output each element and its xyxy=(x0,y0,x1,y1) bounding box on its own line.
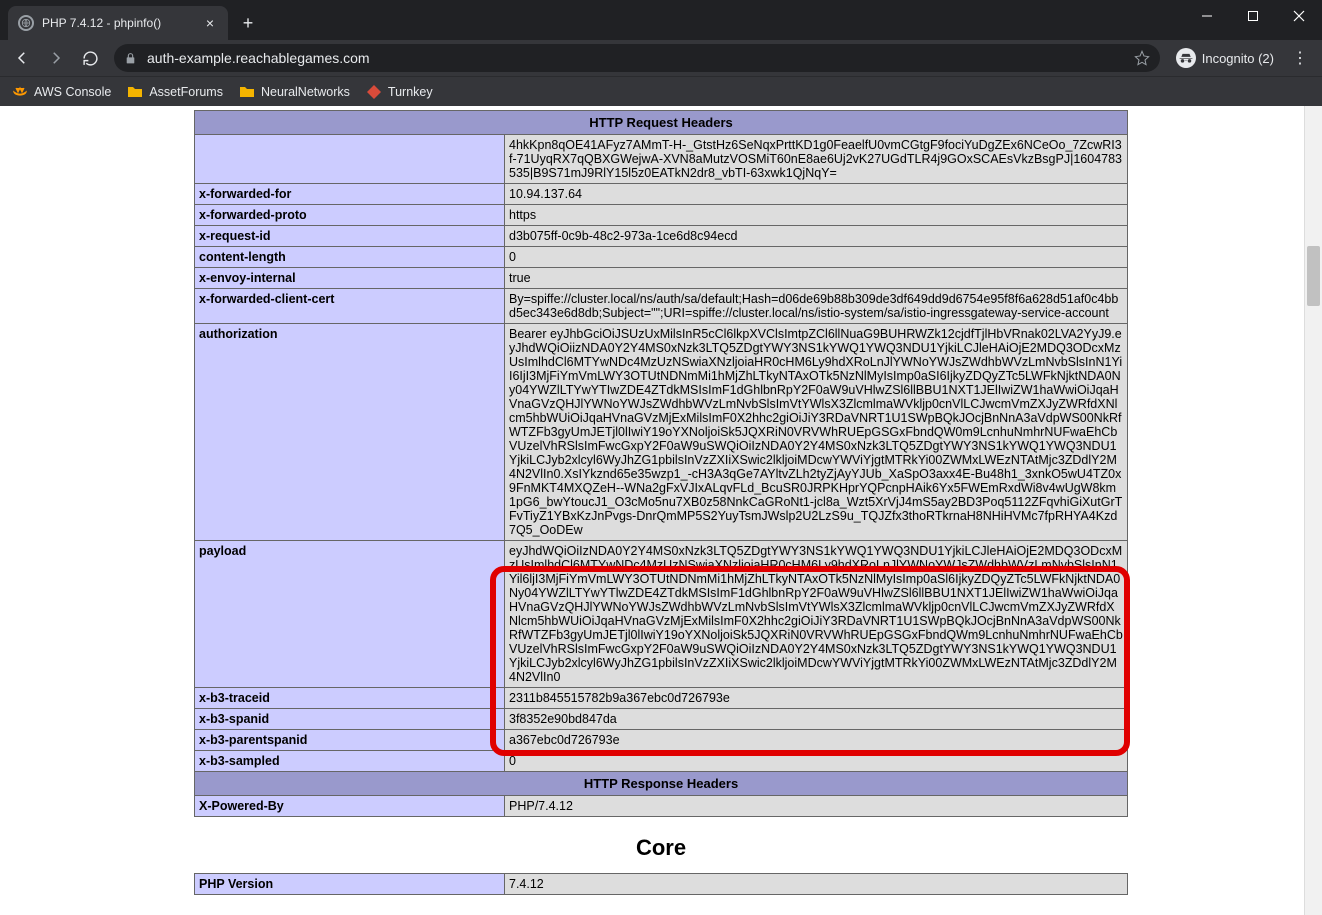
cell-key: content-length xyxy=(195,247,505,268)
core-table: PHP Version 7.4.12 xyxy=(194,873,1128,895)
window-titlebar: PHP 7.4.12 - phpinfo() × + xyxy=(0,0,1322,40)
cell-value: 3f8352e90bd847da xyxy=(505,709,1128,730)
cell-value: d3b075ff-0c9b-48c2-973a-1ce6d8c94ecd xyxy=(505,226,1128,247)
cell-key: x-b3-spanid xyxy=(195,709,505,730)
aws-icon xyxy=(12,84,28,100)
folder-icon xyxy=(127,84,143,100)
bookmark-aws-console[interactable]: AWS Console xyxy=(8,81,115,103)
table-row: payload eyJhdWQiOiIzNDA0Y2Y4MS0xNzk3LTQ5… xyxy=(195,541,1128,688)
lock-icon xyxy=(124,52,137,65)
cell-value: 0 xyxy=(505,247,1128,268)
section-header: HTTP Request Headers xyxy=(195,111,1128,135)
cell-key: x-forwarded-proto xyxy=(195,205,505,226)
http-request-headers-table: HTTP Request Headers 4hkKpn8qOE41AFyz7AM… xyxy=(194,110,1128,817)
phpinfo-content: HTTP Request Headers 4hkKpn8qOE41AFyz7AM… xyxy=(194,106,1128,895)
bookmark-label: AssetForums xyxy=(149,85,223,99)
bookmark-label: NeuralNetworks xyxy=(261,85,350,99)
cell-key: x-request-id xyxy=(195,226,505,247)
bookmarks-bar: AWS Console AssetForums NeuralNetworks T… xyxy=(0,76,1322,106)
cell-value: https xyxy=(505,205,1128,226)
page-viewport: HTTP Request Headers 4hkKpn8qOE41AFyz7AM… xyxy=(0,106,1322,915)
incognito-icon xyxy=(1176,48,1196,68)
content-scrollbar[interactable] xyxy=(1304,106,1322,915)
cell-key: x-forwarded-client-cert xyxy=(195,289,505,324)
browser-tab[interactable]: PHP 7.4.12 - phpinfo() × xyxy=(8,6,228,40)
bookmark-assetforums[interactable]: AssetForums xyxy=(123,81,227,103)
bookmark-label: AWS Console xyxy=(34,85,111,99)
address-bar[interactable]: auth-example.reachablegames.com xyxy=(114,44,1160,72)
cell-value: 0 xyxy=(505,751,1128,772)
section-header: HTTP Response Headers xyxy=(195,772,1128,796)
close-icon[interactable]: × xyxy=(202,16,218,30)
table-row: PHP Version 7.4.12 xyxy=(195,874,1128,895)
scrollbar-thumb[interactable] xyxy=(1307,246,1320,306)
cell-key: x-envoy-internal xyxy=(195,268,505,289)
new-tab-button[interactable]: + xyxy=(234,9,262,37)
folder-icon xyxy=(239,84,255,100)
cell-value: a367ebc0d726793e xyxy=(505,730,1128,751)
cell-value: 2311b845515782b9a367ebc0d726793e xyxy=(505,688,1128,709)
cell-value: 4hkKpn8qOE41AFyz7AMmT-H-_GtstHz6SeNqxPrt… xyxy=(505,135,1128,184)
table-row: x-b3-sampled 0 xyxy=(195,751,1128,772)
browser-toolbar: auth-example.reachablegames.com Incognit… xyxy=(0,40,1322,76)
cell-key: authorization xyxy=(195,324,505,541)
table-row: x-envoy-internal true xyxy=(195,268,1128,289)
forward-button[interactable] xyxy=(40,42,72,74)
url-text: auth-example.reachablegames.com xyxy=(147,50,1126,66)
cell-key: x-forwarded-for xyxy=(195,184,505,205)
table-row: X-Powered-By PHP/7.4.12 xyxy=(195,796,1128,817)
turnkey-icon xyxy=(366,84,382,100)
cell-value: PHP/7.4.12 xyxy=(505,796,1128,817)
cell-value: Bearer eyJhbGciOiJSUzUxMilsInR5cCl6lkpXV… xyxy=(505,324,1128,541)
cell-value: 7.4.12 xyxy=(505,874,1128,895)
table-row: 4hkKpn8qOE41AFyz7AMmT-H-_GtstHz6SeNqxPrt… xyxy=(195,135,1128,184)
table-row: x-b3-traceid 2311b845515782b9a367ebc0d72… xyxy=(195,688,1128,709)
cell-value: By=spiffe://cluster.local/ns/auth/sa/def… xyxy=(505,289,1128,324)
bookmark-turnkey[interactable]: Turnkey xyxy=(362,81,437,103)
back-button[interactable] xyxy=(6,42,38,74)
table-row: x-forwarded-proto https xyxy=(195,205,1128,226)
table-row: x-b3-parentspanid a367ebc0d726793e xyxy=(195,730,1128,751)
star-icon[interactable] xyxy=(1134,50,1150,66)
cell-key: payload xyxy=(195,541,505,688)
table-row: x-b3-spanid 3f8352e90bd847da xyxy=(195,709,1128,730)
globe-icon xyxy=(18,15,34,31)
bookmark-neuralnetworks[interactable]: NeuralNetworks xyxy=(235,81,354,103)
table-row: x-forwarded-for 10.94.137.64 xyxy=(195,184,1128,205)
table-row: x-forwarded-client-cert By=spiffe://clus… xyxy=(195,289,1128,324)
incognito-badge[interactable]: Incognito (2) xyxy=(1168,48,1282,68)
cell-value: 10.94.137.64 xyxy=(505,184,1128,205)
core-section-heading: Core xyxy=(194,835,1128,861)
cell-key: x-b3-sampled xyxy=(195,751,505,772)
cell-value: true xyxy=(505,268,1128,289)
menu-button[interactable]: ⋮ xyxy=(1284,48,1316,68)
cell-value: eyJhdWQiOiIzNDA0Y2Y4MS0xNzk3LTQ5ZDgtYWY3… xyxy=(505,541,1128,688)
table-row: content-length 0 xyxy=(195,247,1128,268)
minimize-button[interactable] xyxy=(1184,0,1230,32)
close-window-button[interactable] xyxy=(1276,0,1322,32)
cell-key: x-b3-traceid xyxy=(195,688,505,709)
table-row: authorization Bearer eyJhbGciOiJSUzUxMil… xyxy=(195,324,1128,541)
bookmark-label: Turnkey xyxy=(388,85,433,99)
cell-key: X-Powered-By xyxy=(195,796,505,817)
tab-title: PHP 7.4.12 - phpinfo() xyxy=(42,16,202,30)
cell-key: PHP Version xyxy=(195,874,505,895)
maximize-button[interactable] xyxy=(1230,0,1276,32)
reload-button[interactable] xyxy=(74,42,106,74)
window-controls xyxy=(1184,0,1322,32)
table-row: x-request-id d3b075ff-0c9b-48c2-973a-1ce… xyxy=(195,226,1128,247)
incognito-label: Incognito (2) xyxy=(1202,51,1274,66)
cell-key: x-b3-parentspanid xyxy=(195,730,505,751)
